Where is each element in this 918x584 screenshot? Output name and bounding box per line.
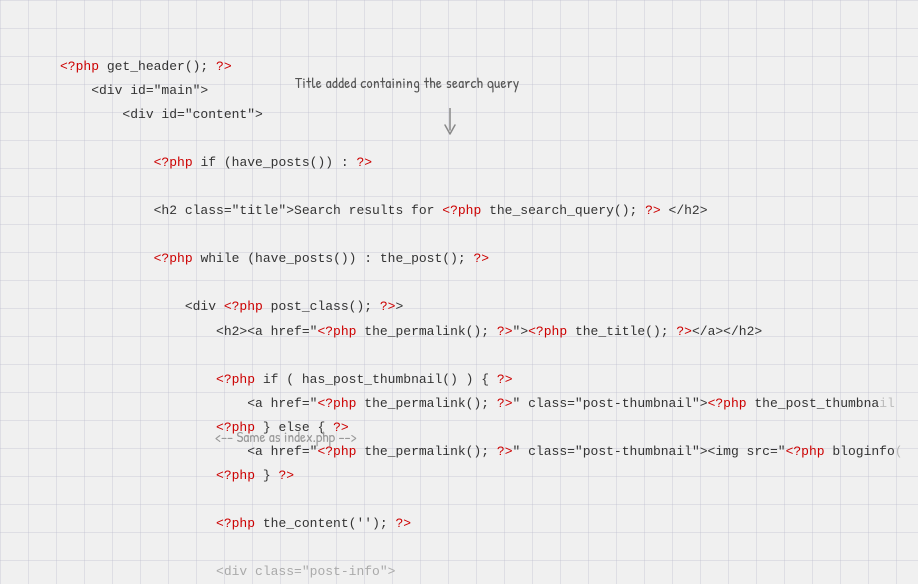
code-line-19	[60, 488, 903, 512]
code-line-4	[60, 127, 903, 151]
code-line-1: <?php get_header(); ?>	[60, 55, 903, 79]
code-line-13	[60, 344, 903, 368]
code-line-5: <?php if (have_posts()) : ?>	[60, 151, 903, 175]
code-line-15: <a href="<?php the_permalink(); ?>" clas…	[60, 392, 903, 416]
code-line-9: <?php while (have_posts()) : the_post();…	[60, 247, 903, 271]
code-line-7: <h2 class="title">Search results for <?p…	[60, 199, 903, 223]
code-line-22: <div class="post-info">	[60, 560, 903, 584]
bottom-comment: <-- Same as index.php -->	[215, 426, 357, 447]
code-line-11: <div <?php post_class(); ?>>	[60, 295, 903, 319]
code-line-14: <?php if ( has_post_thumbnail() ) { ?>	[60, 368, 903, 392]
code-line-8	[60, 223, 903, 247]
code-line-21	[60, 536, 903, 560]
code-line-10	[60, 271, 903, 295]
code-line-16: <?php } else { ?>	[60, 416, 903, 440]
code-line-3: <div id="content">	[60, 103, 903, 127]
code-line-12: <h2><a href="<?php the_permalink(); ?>">…	[60, 320, 903, 344]
code-line-18: <?php } ?>	[60, 464, 903, 488]
code-line-2: <div id="main">	[60, 79, 903, 103]
code-line-17: <a href="<?php the_permalink(); ?>" clas…	[60, 440, 903, 464]
code-line-20: <?php the_content(''); ?>	[60, 512, 903, 536]
code-block: <?php get_header(); ?> <div id="main"> <…	[60, 55, 903, 584]
code-line-6	[60, 175, 903, 199]
